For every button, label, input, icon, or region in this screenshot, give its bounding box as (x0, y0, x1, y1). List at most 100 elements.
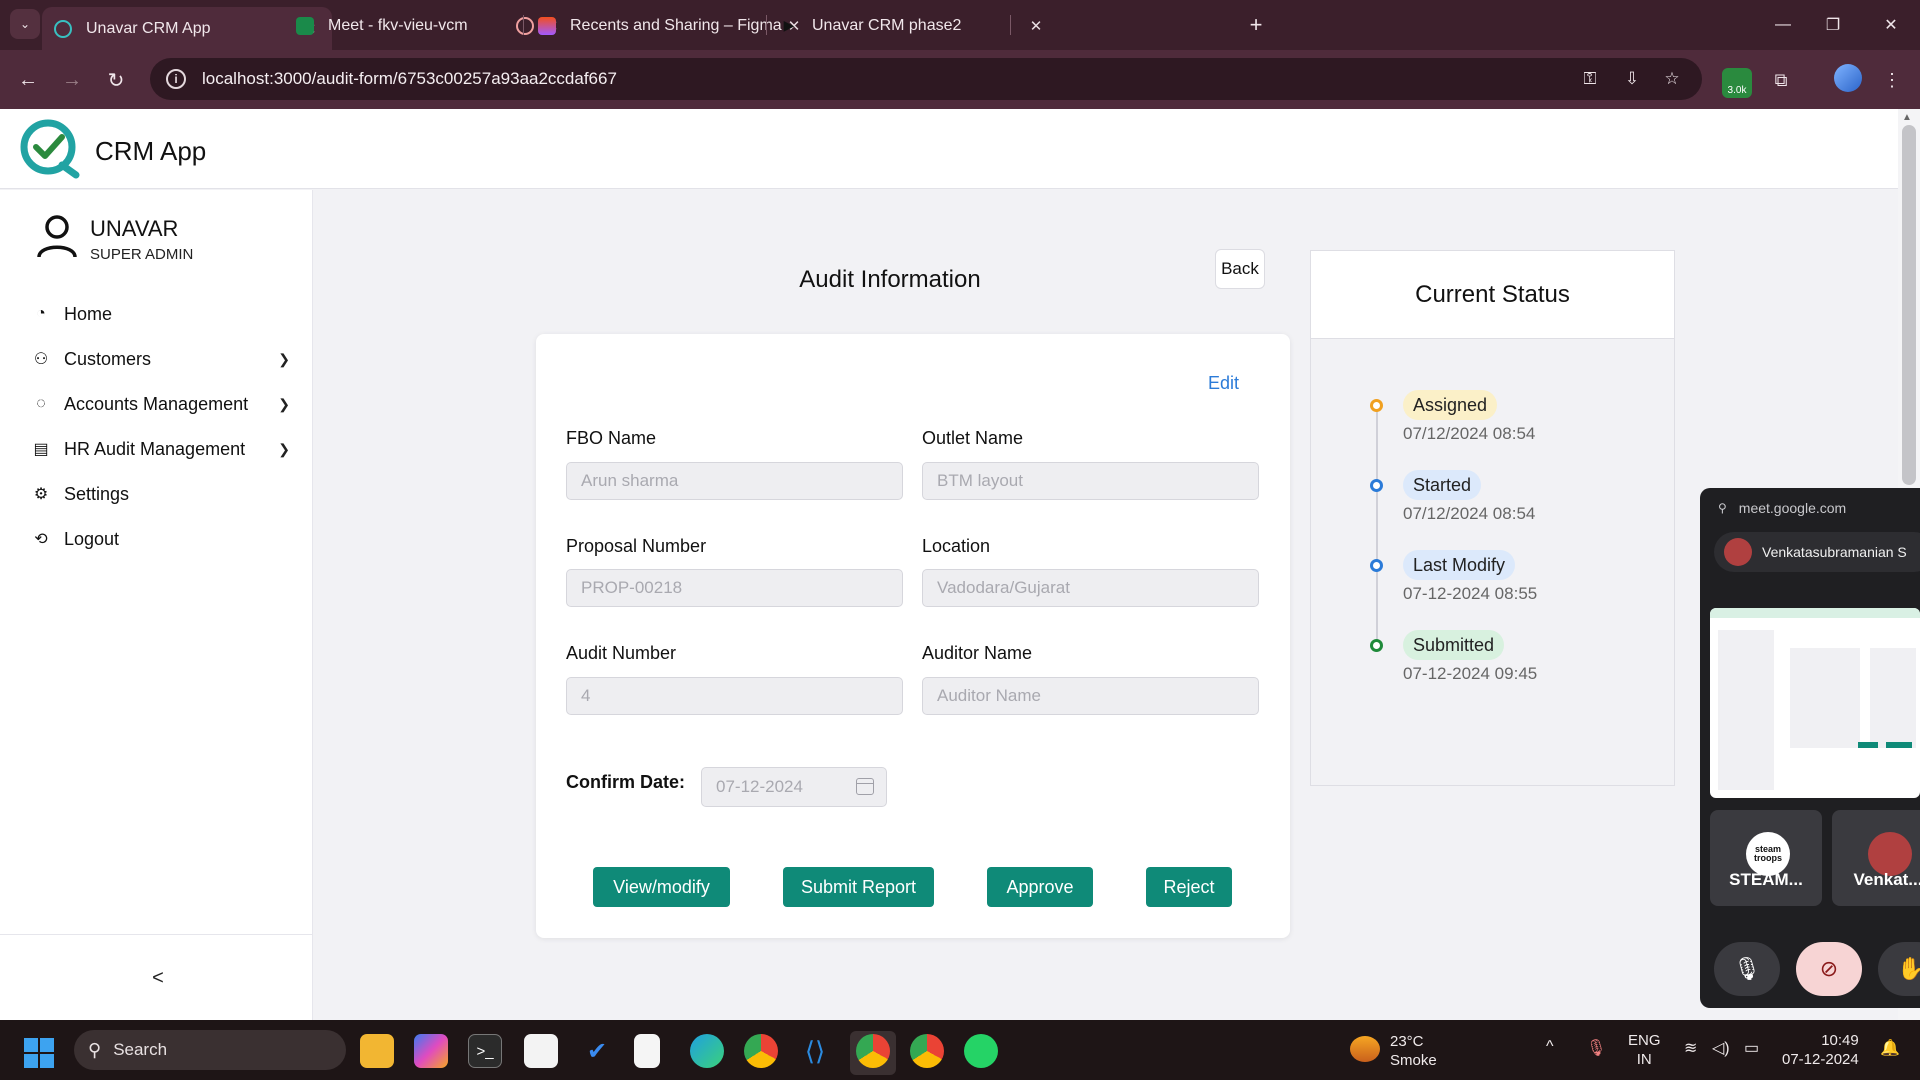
chrome-profile-icon[interactable] (856, 1034, 890, 1068)
weather-widget[interactable]: 23°C Smoke (1390, 1032, 1437, 1070)
volume-icon[interactable]: ◁) (1712, 1038, 1730, 1058)
microphone-icon[interactable]: 🎙 (1714, 942, 1780, 996)
language-indicator[interactable]: ENG IN (1628, 1031, 1661, 1069)
submit-report-button[interactable]: Submit Report (783, 867, 934, 907)
chrome-icon[interactable] (744, 1034, 778, 1068)
sidebar-item-accounts-management[interactable]: ◌ Accounts Management ❯ (30, 386, 290, 422)
windows-start-icon[interactable] (24, 1038, 54, 1068)
outlet-name-label: Outlet Name (922, 428, 1024, 448)
chevron-down-icon[interactable]: ❯ (278, 441, 290, 458)
address-bar[interactable]: i localhost:3000/audit-form/6753c00257a9… (150, 58, 1702, 100)
url-text[interactable]: localhost:3000/audit-form/6753c00257a93a… (202, 69, 617, 89)
calendar-icon[interactable] (856, 778, 874, 795)
reload-icon[interactable]: ↻ (100, 64, 132, 96)
participant-tile[interactable]: Venkat... (1832, 810, 1920, 906)
scrollbar-thumb[interactable] (1902, 125, 1916, 485)
pip-url-bar: ⚲ meet.google.com (1718, 500, 1846, 516)
user-avatar-icon (37, 215, 77, 258)
confirm-date-field[interactable]: 07-12-2024 (701, 767, 887, 807)
back-arrow-icon[interactable]: ← (12, 64, 44, 96)
site-info-icon[interactable]: i (166, 69, 186, 89)
chevron-down-icon[interactable]: ❯ (278, 351, 290, 368)
collapse-sidebar-button[interactable]: < (143, 963, 173, 993)
forward-arrow-icon[interactable]: → (56, 64, 88, 96)
fbo-name-label: FBO Name (566, 428, 657, 448)
view-modify-button[interactable]: View/modify (593, 867, 730, 907)
copilot-icon[interactable] (414, 1034, 448, 1068)
edit-link[interactable]: Edit (1208, 373, 1239, 394)
camera-off-icon[interactable]: ⊘ (1796, 942, 1862, 996)
preview-button (1858, 742, 1878, 748)
sidebar-item-hr-audit-management[interactable]: ▤ HR Audit Management ❯ (30, 431, 290, 467)
window-close-icon[interactable]: ✕ (1868, 10, 1914, 40)
tab-title: Unavar CRM phase2 (812, 16, 962, 34)
battery-icon[interactable]: ▭ (1744, 1038, 1759, 1058)
notepad-icon[interactable] (634, 1034, 660, 1068)
bookmark-star-icon[interactable]: ☆ (1660, 67, 1684, 91)
restore-icon[interactable]: ❐ (1810, 10, 1856, 40)
sidebar-item-label: Logout (64, 528, 120, 549)
sidebar-item-label: Settings (64, 483, 130, 504)
profile-avatar[interactable] (1834, 64, 1862, 92)
tab-separator (523, 15, 524, 35)
browser-menu-icon[interactable]: ⋮ (1876, 64, 1908, 96)
meet-pip-window[interactable]: ⚲ meet.google.com Venkatasubramanian S s… (1700, 488, 1920, 1008)
sidebar-item-customers[interactable]: ⚇ Customers ❯ (30, 341, 290, 377)
microsoft-store-icon[interactable] (524, 1034, 558, 1068)
scroll-up-icon[interactable]: ▲ (1902, 112, 1912, 123)
notification-bell-icon[interactable]: 🔔 (1880, 1038, 1900, 1058)
terminal-icon[interactable]: >_ (468, 1034, 502, 1068)
sidebar-item-label: Customers (64, 348, 152, 369)
tab-unavar-crm-phase2[interactable]: ▶ Unavar CRM phase2 ✕ (768, 7, 1058, 44)
site-settings-icon[interactable]: ⚲ (1718, 501, 1727, 515)
weather-icon[interactable] (1350, 1036, 1380, 1062)
wifi-icon[interactable]: ≋ (1684, 1038, 1697, 1058)
confirm-date-label: Confirm Date: (566, 772, 686, 792)
proposal-number-field[interactable]: PROP-00218 (566, 569, 903, 607)
install-app-icon[interactable]: ⇩ (1620, 67, 1644, 91)
auditor-name-field[interactable]: Auditor Name (922, 677, 1259, 715)
chevron-down-icon[interactable]: ❯ (278, 396, 290, 413)
extensions-puzzle-icon[interactable]: ⧉ (1765, 64, 1797, 96)
status-date: 07/12/2024 08:54 (1403, 424, 1536, 443)
figma-favicon-icon (538, 16, 556, 35)
whatsapp-icon[interactable] (964, 1034, 998, 1068)
timeline-dot (1370, 639, 1383, 652)
minimize-icon[interactable]: — (1760, 10, 1806, 40)
logo-text: steam troops (1754, 844, 1782, 863)
audit-number-field[interactable]: 4 (566, 677, 903, 715)
taskbar: ⚲ Search >_ ✔ ⟨⟩ 23°C Smoke ^ 🎙 ENG IN ≋… (0, 1020, 1920, 1080)
page-title: Audit Information (799, 266, 981, 293)
sidebar-item-settings[interactable]: ⚙ Settings (30, 476, 290, 512)
sidebar-item-logout[interactable]: ⟲ Logout (30, 521, 290, 557)
tab-search-button[interactable]: ⌄ (10, 9, 40, 39)
reject-button[interactable]: Reject (1146, 867, 1232, 907)
chrome-profile-2-icon[interactable] (910, 1034, 944, 1068)
approve-button[interactable]: Approve (987, 867, 1093, 907)
chevron-up-icon[interactable]: ^ (1546, 1038, 1554, 1056)
fbo-name-field[interactable]: Arun sharma (566, 462, 903, 500)
crm-favicon-icon (54, 19, 72, 38)
file-explorer-icon[interactable] (360, 1034, 394, 1068)
weather-desc: Smoke (1390, 1052, 1437, 1069)
taskbar-search[interactable]: ⚲ Search (74, 1030, 346, 1070)
back-button[interactable]: Back (1215, 249, 1265, 289)
sidebar-item-home[interactable]: ◔ Home (30, 296, 290, 332)
confirm-date-value: 07-12-2024 (716, 777, 803, 796)
user-name: UNAVAR (90, 216, 179, 241)
clock-time: 10:49 (1821, 1032, 1859, 1049)
vscode-icon[interactable]: ⟨⟩ (798, 1034, 832, 1068)
outlet-name-field[interactable]: BTM layout (922, 462, 1259, 500)
participant-tile[interactable]: steam troops STEAM... (1710, 810, 1822, 906)
raise-hand-icon[interactable]: ✋ (1878, 942, 1920, 996)
password-key-icon[interactable]: ⚿ (1578, 67, 1602, 91)
location-field[interactable]: Vadodara/Gujarat (922, 569, 1259, 607)
status-badge-assigned: Assigned (1403, 390, 1498, 420)
new-tab-button[interactable]: + (1241, 10, 1271, 40)
todo-check-icon[interactable]: ✔ (580, 1034, 614, 1068)
edge-browser-icon[interactable] (690, 1034, 724, 1068)
microphone-icon[interactable]: 🎙 (1586, 1038, 1606, 1058)
extension-badge-icon[interactable]: 3.0k (1722, 68, 1752, 98)
close-icon[interactable]: ✕ (1026, 17, 1046, 35)
clock[interactable]: 10:49 07-12-2024 (1782, 1031, 1859, 1069)
